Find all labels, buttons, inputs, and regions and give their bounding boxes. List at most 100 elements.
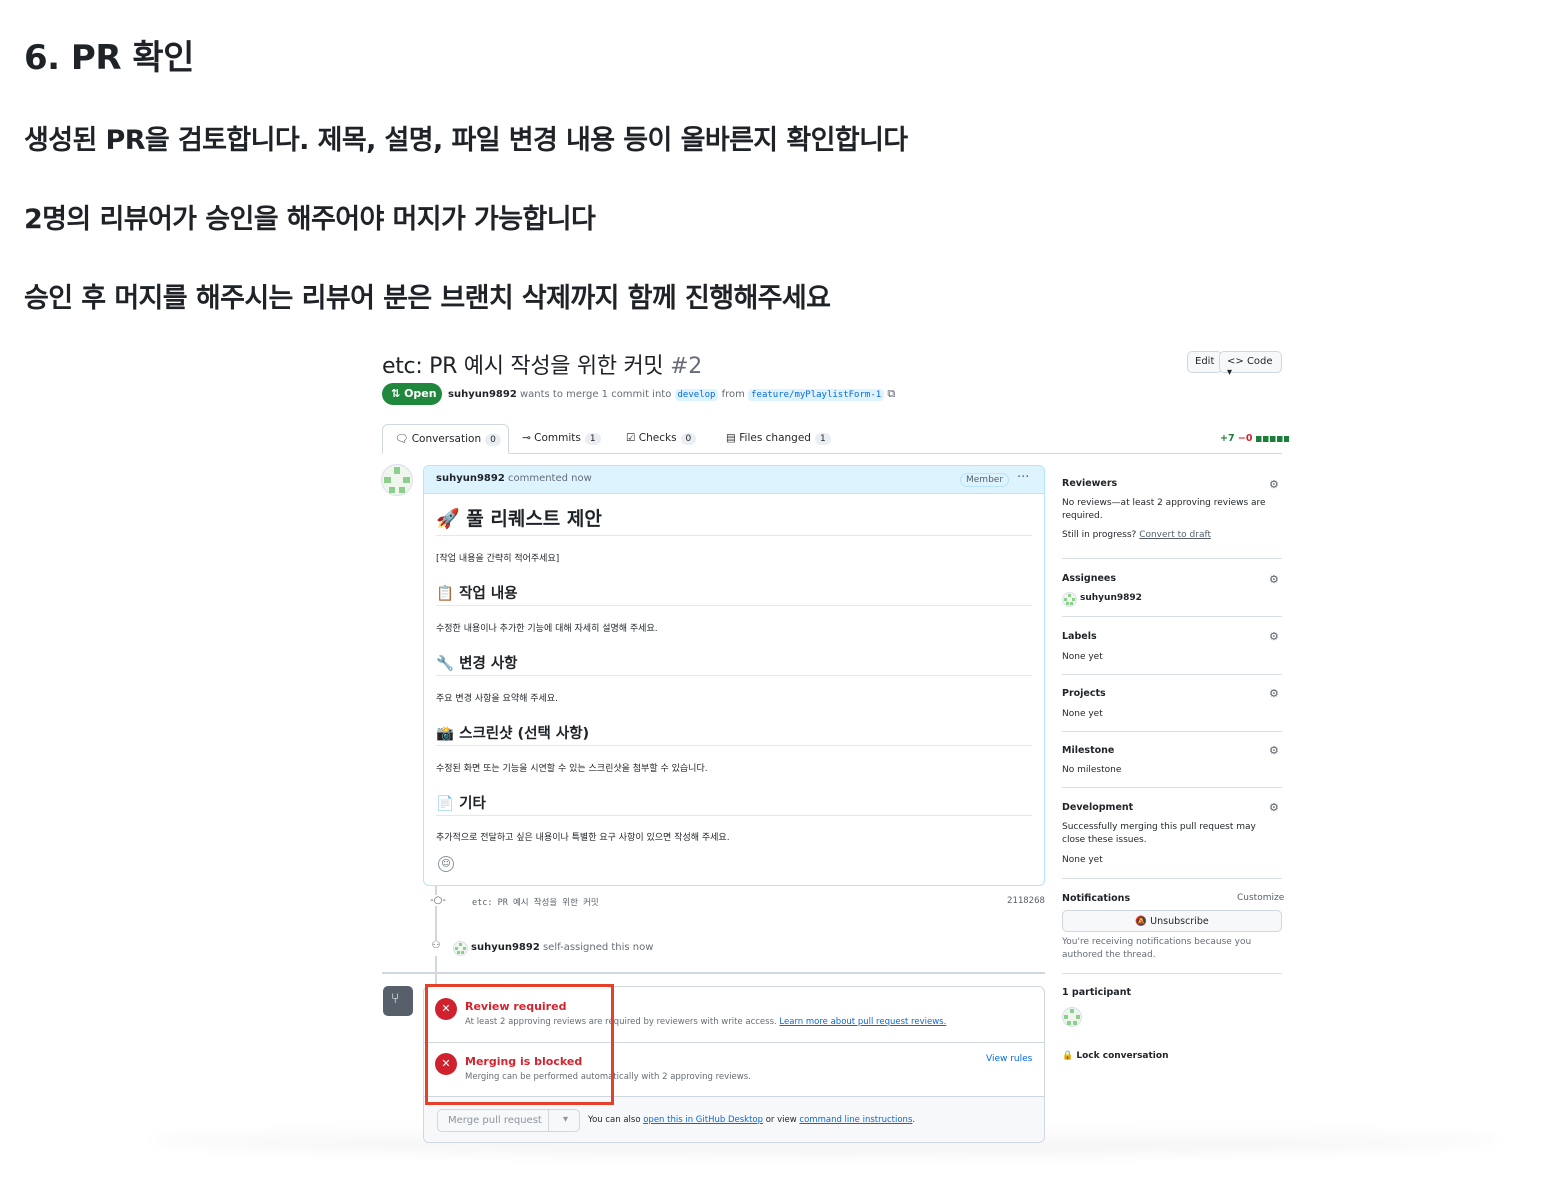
meta-text: wants to merge 1 commit into [519,389,672,400]
development-title[interactable]: Development [1062,802,1133,813]
bell-slash-icon: 🔕 [1135,916,1148,927]
pr-title: etc: PR 예시 작성을 위한 커밋 #2 [382,348,702,380]
member-badge: Member [960,473,1010,487]
code-button[interactable]: <> Code ▾ [1219,351,1282,378]
gear-icon[interactable]: ⚙ [1269,802,1281,814]
section-divider [436,815,1032,816]
diff-additions: +7 [1220,433,1235,444]
comment-author[interactable]: suhyun9892 [436,473,505,484]
section-divider [436,745,1032,746]
tab-label: Checks [638,432,677,444]
caret-down-icon: ▾ [1227,367,1233,378]
avatar[interactable] [1062,592,1077,607]
pr-title-text: etc: PR 예시 작성을 위한 커밋 [382,354,664,379]
gear-icon[interactable]: ⚙ [1269,479,1281,491]
reviewers-title[interactable]: Reviewers [1062,478,1117,489]
head-branch[interactable]: feature/myPlaylistForm-1 [748,389,885,401]
view-rules-link[interactable]: View rules [986,1054,1032,1064]
unsubscribe-button[interactable]: 🔕 Unsubscribe [1062,910,1282,932]
tab-files-changed[interactable]: ▤ Files changed 1 [726,432,831,445]
code-icon: <> [1227,356,1244,367]
section-title: 📸 스크린샷 (선택 사항) [436,726,590,742]
status-badge: ⇅ Open [382,383,442,405]
meta-from: from [721,389,745,400]
or-view: or view [765,1115,797,1125]
kebab-icon[interactable]: ··· [1017,470,1029,485]
notify-text: You're receiving notifications because y… [1062,937,1252,960]
lock-conversation[interactable]: 🔒 Lock conversation [1062,1051,1168,1061]
paragraph-review: 생성된 PR을 검토합니다. 제목, 설명, 파일 변경 내용 등이 올바른지 … [24,125,908,156]
tab-checks[interactable]: ☑ Checks 0 [626,432,697,445]
assign-user[interactable]: suhyun9892 [471,942,540,953]
paragraph-merge: 승인 후 머지를 해주시는 리뷰어 분은 브랜치 삭제까지 함께 진행해주세요 [24,283,831,314]
tab-conversation[interactable]: 🗨 Conversation 0 [395,432,501,446]
highlight-box [425,984,614,1105]
avatar[interactable] [1062,1007,1082,1027]
caret-down-icon[interactable]: ▾ [563,1114,568,1125]
gear-icon[interactable]: ⚙ [1269,688,1281,700]
labels-title[interactable]: Labels [1062,631,1097,642]
milestone-value: No milestone [1062,765,1122,775]
pr-number: #2 [670,354,702,379]
checklist-icon: ☑ [626,432,636,444]
comment-action: commented now [507,473,592,484]
copy-icon[interactable]: ⧉ [887,387,895,400]
gear-icon[interactable]: ⚙ [1269,631,1281,643]
tabs-divider [382,453,1282,454]
commit-icon: ⊸ [522,432,531,444]
tab-count: 0 [485,434,501,446]
git-merge-icon: ⑂ [391,991,400,1007]
pr-meta: suhyun9892 wants to merge 1 commit into … [448,387,895,401]
sidebar-divider [1062,731,1282,732]
sidebar-divider [1062,787,1282,788]
learn-more-link[interactable]: Learn more about pull request reviews. [779,1017,946,1027]
page-title: 6. PR 확인 [24,38,194,78]
participants-title: 1 participant [1062,987,1132,998]
diffstat: +7 −0 [1220,433,1289,444]
customize-link[interactable]: Customize [1237,893,1284,903]
avatar[interactable] [381,464,413,496]
comment-intro: [작업 내용을 간략히 적어주세요] [436,554,560,564]
tab-count: 1 [584,433,601,445]
smiley-icon[interactable]: ☺ [438,856,454,872]
milestone-title[interactable]: Milestone [1062,745,1114,756]
edit-button[interactable]: Edit [1187,351,1223,373]
tab-count: 0 [680,433,697,445]
projects-title[interactable]: Projects [1062,688,1106,699]
assignees-title[interactable]: Assignees [1062,573,1116,584]
github-desktop-link[interactable]: open this in GitHub Desktop [643,1115,763,1125]
base-branch[interactable]: develop [674,389,719,401]
cli-instructions-link[interactable]: command line instructions [799,1115,912,1125]
section-text: 주요 변경 사항을 요약해 주세요. [436,694,558,704]
conversation-icon: 🗨 [395,433,409,445]
split-divider [548,1110,549,1131]
also-prefix: You can also [588,1115,641,1125]
reviewers-text: No reviews—at least 2 approving reviews … [1062,498,1266,521]
merge-icon: ⑂ [383,986,413,1016]
file-diff-icon: ▤ [726,432,736,444]
avatar[interactable] [453,941,468,956]
section-text: 수정된 화면 또는 기능을 시연할 수 있는 스크린샷을 첨부할 수 있습니다. [436,764,708,774]
diffstat-bar [1255,435,1289,442]
tab-label: Commits [534,432,581,444]
sidebar-divider [1062,973,1282,974]
lock-label: Lock conversation [1076,1051,1169,1061]
gear-icon[interactable]: ⚙ [1269,745,1281,757]
pr-author[interactable]: suhyun9892 [448,389,517,400]
projects-value: None yet [1062,709,1103,719]
merge-pull-request-button[interactable]: Merge pull request ▾ [437,1109,580,1132]
tab-label: Files changed [739,432,811,444]
section-divider [436,675,1032,676]
commit-message[interactable]: etc: PR 예시 작성을 위한 커밋 [472,896,599,908]
convert-draft-link[interactable]: Convert to draft [1139,530,1211,540]
comment-heading: 🚀 풀 리퀘스트 제안 [436,508,602,530]
gear-icon[interactable]: ⚙ [1269,574,1281,586]
commit-node-icon: -○- [430,895,446,906]
merge-alternatives: You can also open this in GitHub Desktop… [588,1115,915,1125]
assignee-name[interactable]: suhyun9892 [1080,593,1142,603]
tab-commits[interactable]: ⊸ Commits 1 [522,432,601,445]
commit-sha[interactable]: 2118268 [1007,896,1045,906]
paragraph-approval: 2명의 리뷰어가 승인을 해주어야 머지가 가능합니다 [24,204,596,235]
person-icon: ⚇ [428,940,444,956]
section-title: 📄 기타 [436,796,486,812]
